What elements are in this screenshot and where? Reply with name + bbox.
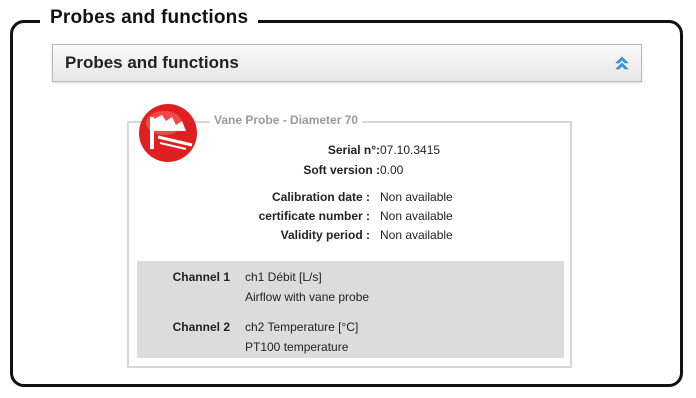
calibration-date-value: Non available [380,190,453,204]
certificate-number-value: Non available [380,209,453,223]
outer-title: Probes and functions [40,6,259,30]
calibration-date-label: Calibration date : [271,190,370,204]
soft-version-value: 0.00 [380,163,404,177]
channels-panel: Channel 1 ch1 Débit [L/s] Airflow with v… [137,261,564,358]
certificate-number-label: certificate number : [258,209,370,223]
channel-1-name: ch1 Débit [L/s] [245,270,322,284]
serial-value: 07.10.3415 [380,143,441,157]
channel-2-description: PT100 temperature [245,340,349,354]
panel-header[interactable]: Probes and functions [52,44,642,82]
channel-1-description: Airflow with vane probe [245,290,370,304]
validity-period-value: Non available [380,228,453,242]
panel-title: Probes and functions [65,53,239,72]
vane-probe-icon [136,103,206,163]
double-chevron-up-icon[interactable] [613,54,631,72]
validity-period-label: Validity period : [280,228,370,242]
channel-2-name: ch2 Temperature [°C] [245,320,359,334]
probe-name: Vane Probe - Diameter 70 [210,113,363,127]
channel-1-label: Channel 1 [172,270,230,284]
serial-label: Serial n°: [327,143,380,157]
soft-version-label: Soft version : [303,163,380,177]
channel-2-label: Channel 2 [172,320,230,334]
